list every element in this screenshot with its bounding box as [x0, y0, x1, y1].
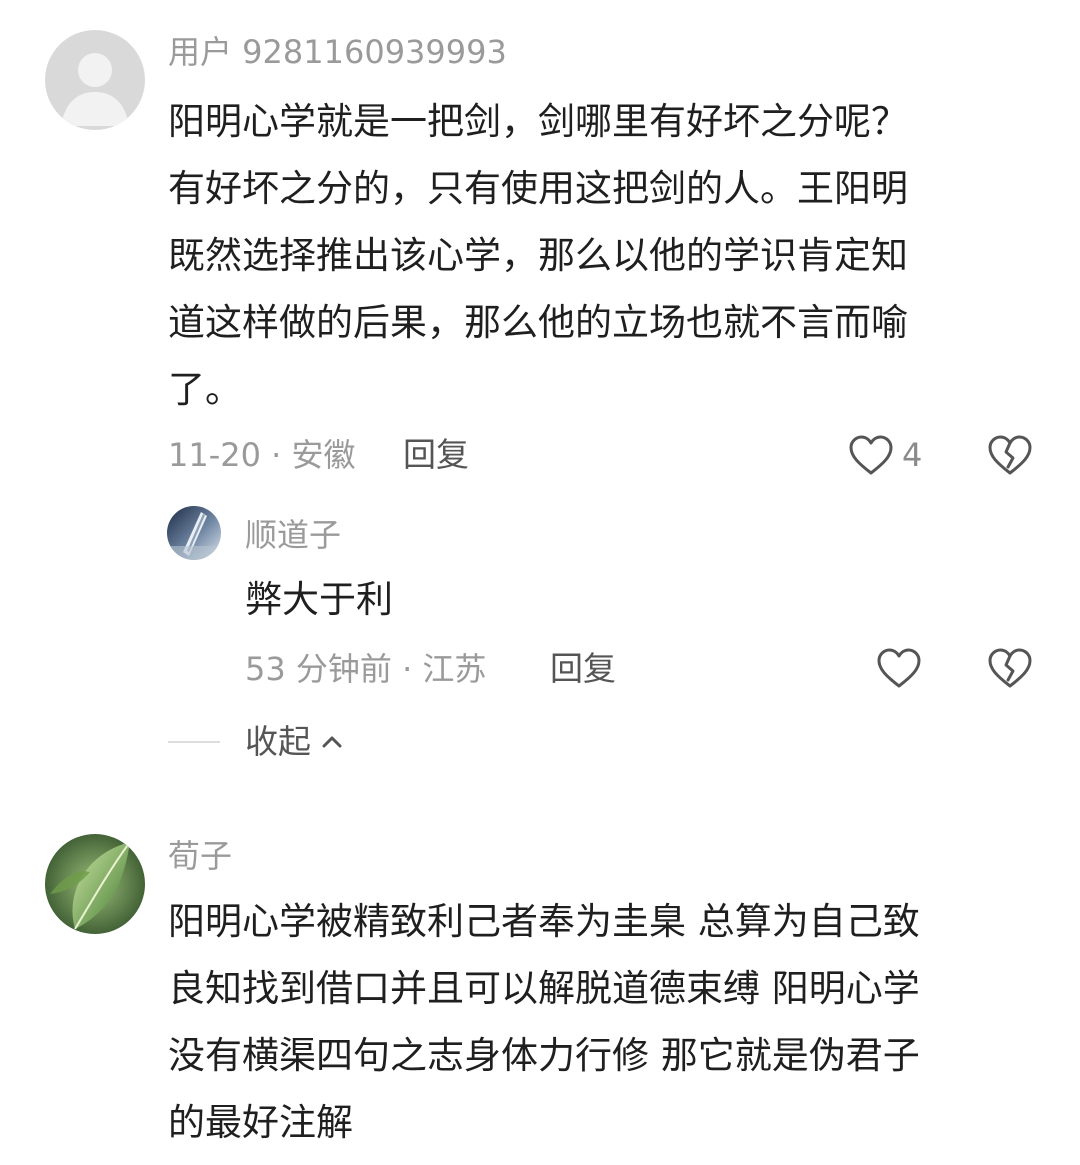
avatar-leaf[interactable]: [45, 834, 145, 934]
comment-text-line: 既然选择推出该心学，那么以他的学识肯定知: [168, 234, 908, 277]
heart-outline-icon: [877, 648, 921, 688]
dislike-button[interactable]: [987, 645, 1033, 691]
comment-text-line: 没有横渠四句之志身体力行修 那它就是伪君子: [168, 1034, 920, 1077]
chevron-up-icon: [322, 736, 342, 748]
avatar-reply-user[interactable]: [167, 506, 221, 560]
collapse-label: 收起: [245, 722, 311, 761]
default-user-icon: [61, 53, 129, 126]
like-button[interactable]: 4: [848, 432, 922, 478]
reply-timestamp-location: 53 分钟前 · 江苏: [245, 650, 487, 688]
reply-button[interactable]: 回复: [550, 649, 616, 689]
heart-outline-icon: [849, 435, 893, 475]
reply-username[interactable]: 顺道子: [245, 515, 341, 555]
leaf-photo-avatar-icon: [45, 834, 145, 934]
collapse-replies-button[interactable]: 收起: [245, 722, 343, 762]
like-button[interactable]: [876, 645, 922, 691]
reply-button[interactable]: 回复: [403, 435, 469, 475]
comment-text-line: 良知找到借口并且可以解脱道德束缚 阳明心学: [168, 967, 920, 1010]
reply-text: 弊大于利: [245, 578, 393, 621]
comment-body: 阳明心学被精致利己者奉为圭臬 总算为自己致 良知找到借口并且可以解脱道德束缚 阳…: [168, 888, 920, 1156]
comment-text-line: 的最好注解: [168, 1101, 353, 1144]
comment-timestamp-location: 11-20 · 安徽: [168, 436, 356, 474]
broken-heart-icon: [988, 648, 1032, 688]
like-count: 4: [902, 436, 923, 474]
avatar-default[interactable]: [45, 30, 145, 130]
broken-heart-icon: [988, 435, 1032, 475]
comment-text-line: 道这样做的后果，那么他的立场也就不言而喻: [168, 301, 908, 344]
comment-text-line: 阳明心学就是一把剑，剑哪里有好坏之分呢？: [168, 100, 908, 143]
comment-text-line: 了。: [168, 368, 242, 411]
comment-username[interactable]: 用户 9281160939993: [168, 32, 507, 72]
dislike-button[interactable]: [987, 432, 1033, 478]
photo-avatar-icon: [167, 506, 221, 560]
comment-body: 阳明心学就是一把剑，剑哪里有好坏之分呢？ 有好坏之分的，只有使用这把剑的人。王阳…: [168, 88, 908, 423]
collapse-divider: [168, 741, 220, 743]
comment-text-line: 阳明心学被精致利己者奉为圭臬 总算为自己致: [168, 900, 920, 943]
comment-username[interactable]: 荀子: [168, 836, 232, 876]
comment-text-line: 有好坏之分的，只有使用这把剑的人。王阳明: [168, 167, 908, 210]
